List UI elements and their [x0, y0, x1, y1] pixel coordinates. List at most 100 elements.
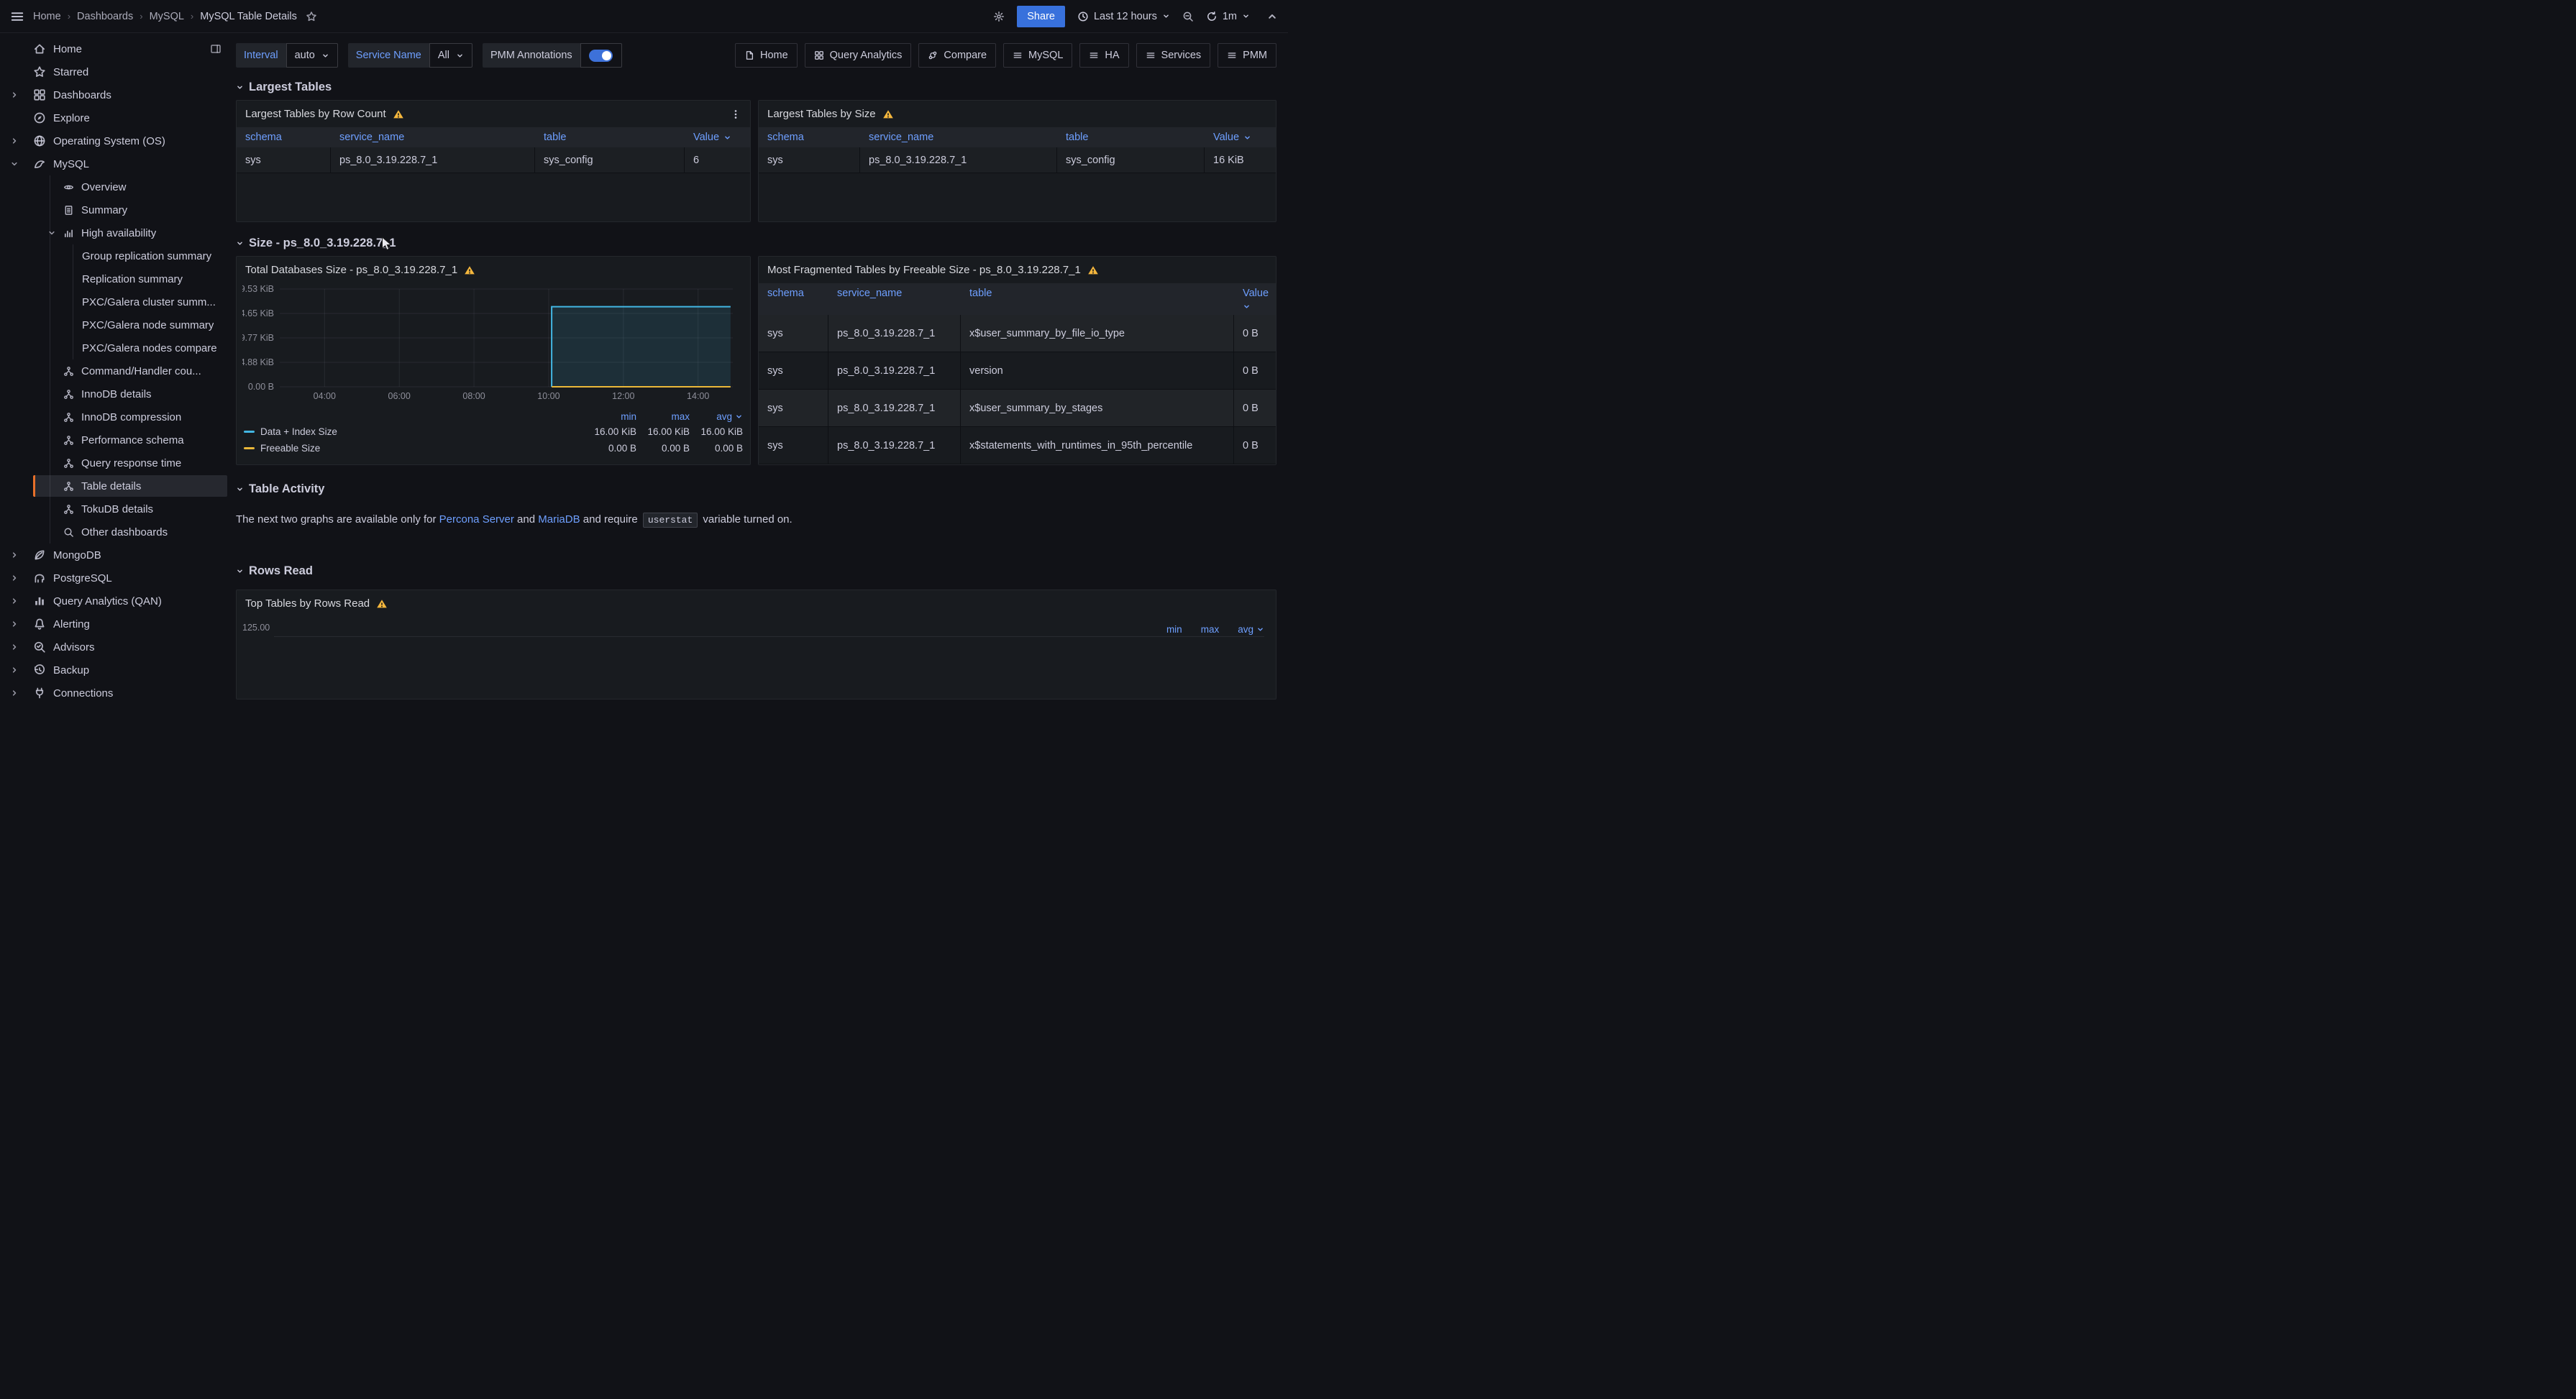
link-button-compare[interactable]: Compare [918, 43, 996, 68]
panel-title[interactable]: Top Tables by Rows Read [245, 597, 370, 610]
legend-col-min[interactable]: min [1166, 624, 1182, 635]
legend-col-min[interactable]: min [621, 411, 636, 422]
column-header-table[interactable]: table [1057, 127, 1205, 147]
legend-col-max[interactable]: max [1201, 624, 1220, 635]
sidebar-item-backup[interactable]: Backup [0, 659, 233, 682]
sidebar-item-pxc-galera-cluster-summ[interactable]: PXC/Galera cluster summ... [0, 290, 233, 313]
sidebar-item-group-replication-summary[interactable]: Group replication summary [0, 244, 233, 267]
section-largest-tables[interactable]: Largest Tables [236, 81, 1276, 94]
sidebar-item-dashboards[interactable]: Dashboards [0, 83, 233, 106]
sidebar-item-alerting[interactable]: Alerting [0, 613, 233, 636]
breadcrumb-item-mysql[interactable]: MySQL [150, 11, 184, 22]
panel-largest-tables-by-size: Largest Tables by Size schemaservice_nam… [758, 100, 1276, 222]
bars-icon [1089, 50, 1099, 60]
sidebar-item-performance-schema[interactable]: Performance schema [0, 428, 233, 451]
sidebar-item-innodb-details[interactable]: InnoDB details [0, 382, 233, 405]
column-header-value[interactable]: Value [1205, 127, 1276, 147]
signal-icon [63, 228, 74, 239]
collapse-caret-up-icon[interactable] [1266, 11, 1278, 22]
column-header-table[interactable]: table [535, 127, 685, 147]
sidebar-item-mongodb[interactable]: MongoDB [0, 543, 233, 567]
interval-dropdown[interactable]: auto [286, 43, 338, 68]
sidebar-item-summary[interactable]: Summary [0, 198, 233, 221]
sidebar-item-pxc-galera-node-summary[interactable]: PXC/Galera node summary [0, 313, 233, 336]
link-button-ha[interactable]: HA [1079, 43, 1128, 68]
panel-title[interactable]: Total Databases Size - ps_8.0_3.19.228.7… [245, 264, 457, 276]
sidebar-item-connections[interactable]: Connections [0, 682, 233, 700]
legend-series-data-index-size[interactable]: Data + Index Size [244, 426, 583, 437]
link-button-query-analytics[interactable]: Query Analytics [805, 43, 912, 68]
link-button-services[interactable]: Services [1136, 43, 1211, 68]
sidebar-item-replication-summary[interactable]: Replication summary [0, 267, 233, 290]
table-row: sysps_8.0_3.19.228.7_1x$statements_with_… [759, 427, 1276, 464]
sidebar-item-mysql[interactable]: MySQL [0, 152, 233, 175]
panel-title[interactable]: Most Fragmented Tables by Freeable Size … [767, 264, 1081, 276]
plug-icon [33, 687, 46, 700]
sidebar-item-query-analytics-qan[interactable]: Query Analytics (QAN) [0, 590, 233, 613]
panel-title[interactable]: Largest Tables by Size [767, 108, 876, 120]
settings-gear-icon[interactable] [993, 11, 1005, 22]
link-button-home[interactable]: Home [735, 43, 798, 68]
warning-icon[interactable] [1087, 265, 1099, 276]
column-header-value[interactable]: Value [1234, 283, 1276, 315]
section-size[interactable]: Size - ps_8.0_3.19.228.7_1 [236, 237, 1276, 250]
warning-icon[interactable] [376, 598, 388, 610]
time-series-chart[interactable]: 125.00 min max avg [237, 617, 1276, 699]
mariadb-link[interactable]: MariaDB [538, 513, 580, 526]
sidebar-item-other-dashboards[interactable]: Other dashboards [0, 520, 233, 543]
refresh-icon[interactable] [1206, 11, 1218, 22]
sidebar-item-label: Starred [53, 66, 88, 78]
sidebar-item-table-details[interactable]: Table details [0, 474, 233, 497]
panel-title[interactable]: Largest Tables by Row Count [245, 108, 386, 120]
column-header-schema[interactable]: schema [237, 127, 331, 147]
sidebar-item-overview[interactable]: Overview [0, 175, 233, 198]
link-button-pmm[interactable]: PMM [1218, 43, 1276, 68]
time-series-chart[interactable]: 0.00 B4.88 KiB9.77 KiB14.65 KiB19.53 KiB… [237, 283, 750, 408]
sidebar-item-postgresql[interactable]: PostgreSQL [0, 567, 233, 590]
sidebar-item-starred[interactable]: Starred [0, 60, 233, 83]
panel-menu-kebab-icon[interactable] [730, 109, 741, 120]
dashboard-links: Home Query AnalyticsCompare MySQL HA Service… [735, 43, 1276, 68]
sidebar-item-advisors[interactable]: Advisors [0, 636, 233, 659]
link-button-mysql[interactable]: MySQL [1003, 43, 1072, 68]
column-header-service-name[interactable]: service_name [860, 127, 1057, 147]
pmm-annotations-toggle[interactable] [589, 50, 613, 62]
legend-col-max[interactable]: max [671, 411, 690, 422]
warning-icon[interactable] [882, 109, 894, 120]
warning-icon[interactable] [393, 109, 404, 120]
sidebar-item-home[interactable]: Home [0, 37, 233, 60]
column-header-service-name[interactable]: service_name [828, 283, 961, 315]
sidebar-item-label: Other dashboards [81, 526, 168, 538]
section-rows-read[interactable]: Rows Read [236, 564, 1276, 578]
sidebar-item-command-handler-cou[interactable]: Command/Handler cou... [0, 359, 233, 382]
favorite-star-icon[interactable] [306, 11, 317, 22]
refresh-picker[interactable]: 1m [1206, 11, 1250, 22]
service-name-dropdown[interactable]: All [429, 43, 472, 68]
column-header-value[interactable]: Value [685, 127, 750, 147]
column-header-schema[interactable]: schema [759, 127, 860, 147]
time-range-picker[interactable]: Last 12 hours [1077, 11, 1170, 22]
share-button[interactable]: Share [1017, 6, 1065, 27]
legend-series-freeable-size[interactable]: Freeable Size [244, 443, 583, 454]
column-header-service-name[interactable]: service_name [331, 127, 535, 147]
zoom-out-icon[interactable] [1182, 11, 1194, 22]
sidebar-item-tokudb-details[interactable]: TokuDB details [0, 497, 233, 520]
sidebar-item-query-response-time[interactable]: Query response time [0, 451, 233, 474]
legend-col-avg[interactable]: avg [1238, 624, 1264, 635]
sidebar-item-innodb-compression[interactable]: InnoDB compression [0, 405, 233, 428]
warning-icon[interactable] [464, 265, 475, 276]
sidebar-item-explore[interactable]: Explore [0, 106, 233, 129]
breadcrumb-item-mysql-table-details[interactable]: MySQL Table Details [200, 11, 297, 22]
breadcrumb-item-dashboards[interactable]: Dashboards [77, 11, 133, 22]
menu-toggle-icon[interactable] [10, 9, 24, 24]
percona-server-link[interactable]: Percona Server [439, 513, 514, 526]
sidebar-item-high-availability[interactable]: High availability [0, 221, 233, 244]
sidebar-item-pxc-galera-nodes-compare[interactable]: PXC/Galera nodes compare [0, 336, 233, 359]
column-header-table[interactable]: table [961, 283, 1234, 315]
breadcrumb-item-home[interactable]: Home [33, 11, 61, 22]
legend-col-avg[interactable]: avg [716, 411, 743, 422]
section-table-activity[interactable]: Table Activity [236, 482, 1276, 496]
sidebar-item-operating-system-os[interactable]: Operating System (OS) [0, 129, 233, 152]
column-header-schema[interactable]: schema [759, 283, 828, 315]
panel-right-icon[interactable] [210, 43, 221, 55]
